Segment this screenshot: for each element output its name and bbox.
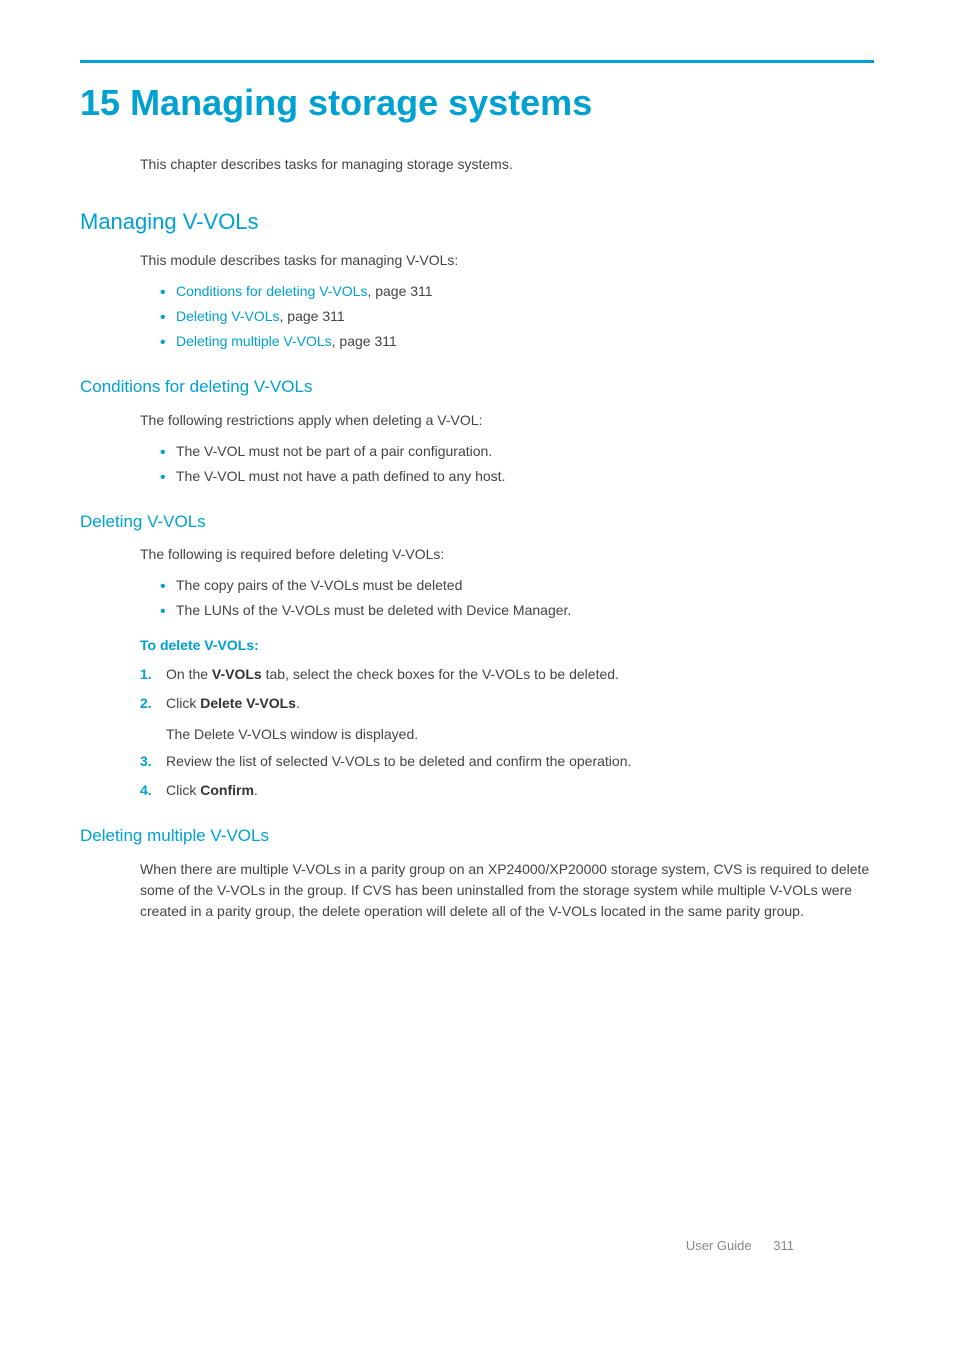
conditions-intro: The following restrictions apply when de…: [140, 410, 874, 431]
link-deleting-multiple-vvols[interactable]: Deleting multiple V-VOLs: [176, 333, 332, 349]
step-1: 1. On the V-VOLs tab, select the check b…: [140, 664, 874, 685]
page-wrapper: 15 Managing storage systems This chapter…: [80, 60, 874, 1295]
step-3: 3. Review the list of selected V-VOLs to…: [140, 751, 874, 772]
chapter-intro: This chapter describes tasks for managin…: [140, 154, 874, 175]
step-1-num: 1.: [140, 664, 152, 685]
section-title-managing-vvols: Managing V-VOLs: [80, 205, 874, 238]
link-deleting-vvols[interactable]: Deleting V-VOLs: [176, 308, 280, 324]
page-footer: User Guide 311: [686, 1236, 794, 1256]
step-4: 4. Click Confirm.: [140, 780, 874, 801]
chapter-title-text: Managing storage systems: [130, 82, 592, 123]
list-item: The LUNs of the V-VOLs must be deleted w…: [160, 600, 874, 621]
list-item: Conditions for deleting V-VOLs, page 311: [160, 281, 874, 302]
deleting-vvols-bullet-list: The copy pairs of the V-VOLs must be del…: [160, 575, 874, 621]
deleting-vvols-intro: The following is required before deletin…: [140, 544, 874, 565]
procedure-label: To delete V-VOLs:: [140, 635, 874, 656]
step-2: 2. Click Delete V-VOLs.: [140, 693, 874, 714]
deleting-multiple-body: When there are multiple V-VOLs in a pari…: [140, 859, 874, 922]
list-item: The V-VOL must not be part of a pair con…: [160, 441, 874, 462]
subsection-title-deleting-multiple: Deleting multiple V-VOLs: [80, 823, 874, 849]
subsection-title-conditions: Conditions for deleting V-VOLs: [80, 374, 874, 400]
list-item: The V-VOL must not have a path defined t…: [160, 466, 874, 487]
step-2-sub: The Delete V-VOLs window is displayed.: [166, 724, 874, 745]
step-2-text: Click Delete V-VOLs.: [166, 695, 300, 711]
list-item: Deleting V-VOLs, page 311: [160, 306, 874, 327]
list-item: Deleting multiple V-VOLs, page 311: [160, 331, 874, 352]
step-3-text: Review the list of selected V-VOLs to be…: [166, 753, 631, 769]
step-4-text: Click Confirm.: [166, 782, 258, 798]
page-number: 311: [773, 1238, 794, 1253]
chapter-number: 15: [80, 82, 120, 123]
footer-label: User Guide: [686, 1238, 752, 1253]
step-2-num: 2.: [140, 693, 152, 714]
procedure-steps: 1. On the V-VOLs tab, select the check b…: [140, 664, 874, 714]
step-4-num: 4.: [140, 780, 152, 801]
step-3-num: 3.: [140, 751, 152, 772]
managing-vvols-link-list: Conditions for deleting V-VOLs, page 311…: [160, 281, 874, 352]
step-1-text: On the V-VOLs tab, select the check boxe…: [166, 666, 619, 682]
conditions-bullet-list: The V-VOL must not be part of a pair con…: [160, 441, 874, 487]
subsection-title-deleting-vvols: Deleting V-VOLs: [80, 509, 874, 535]
chapter-title: 15 Managing storage systems: [80, 81, 874, 124]
top-border: [80, 60, 874, 63]
procedure-steps-cont: 3. Review the list of selected V-VOLs to…: [140, 751, 874, 801]
link-conditions[interactable]: Conditions for deleting V-VOLs: [176, 283, 367, 299]
managing-vvols-intro: This module describes tasks for managing…: [140, 250, 874, 271]
list-item: The copy pairs of the V-VOLs must be del…: [160, 575, 874, 596]
